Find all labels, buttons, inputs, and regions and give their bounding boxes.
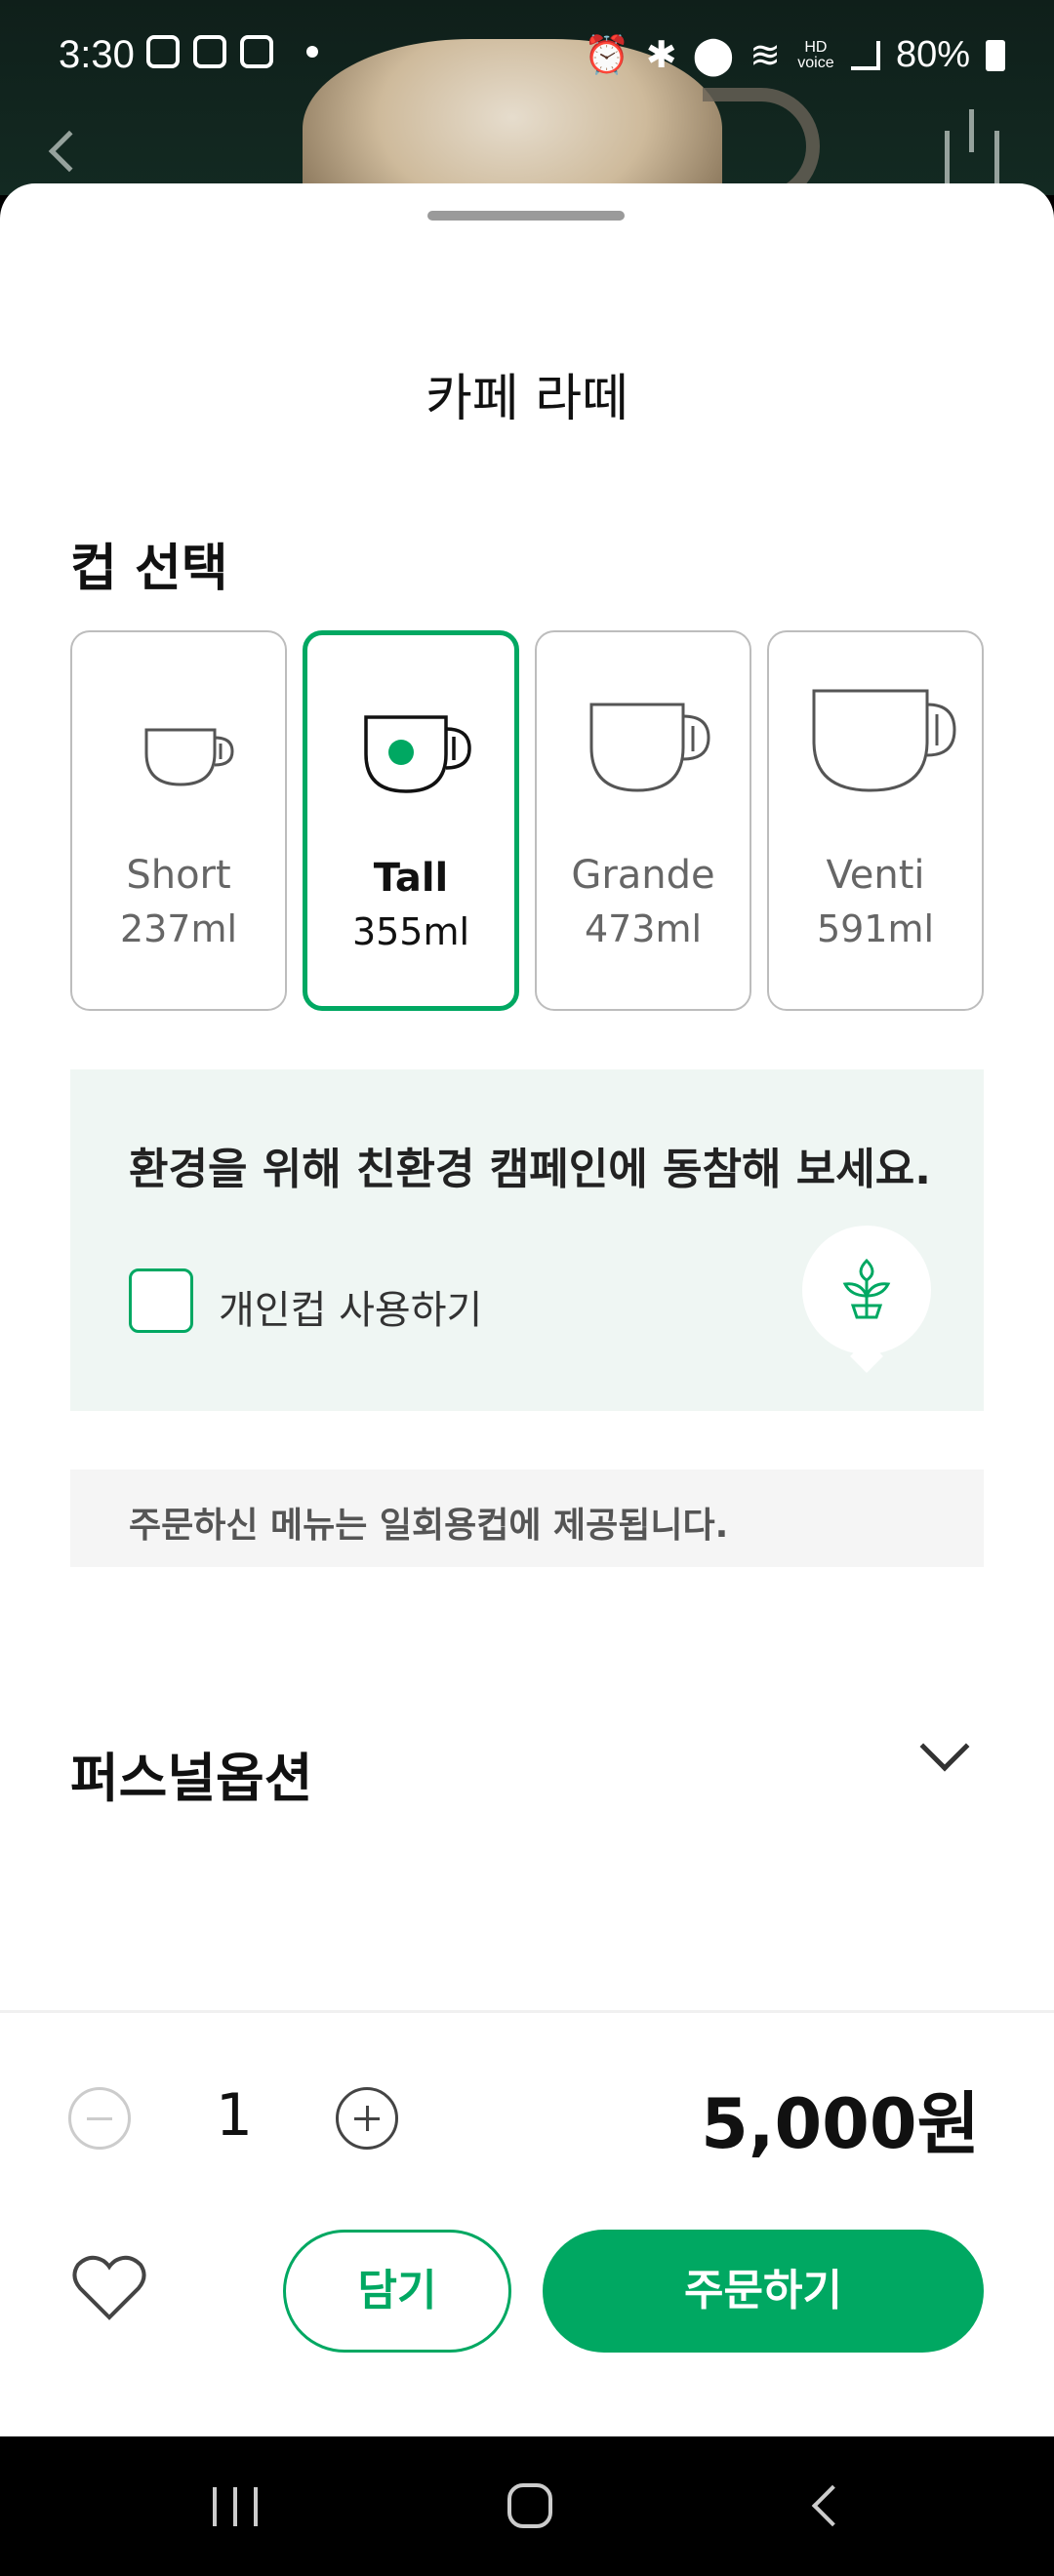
recent-apps-icon[interactable] [213, 2487, 258, 2526]
personal-option-heading[interactable]: 퍼스널옵션 [70, 1735, 312, 1812]
hd-voice-badge: HD voice [797, 38, 834, 71]
cup-name: Venti [826, 853, 925, 898]
order-bar: 1 5,000원 담기 주문하기 [0, 2010, 1054, 2436]
system-navigation-bar [0, 2436, 1054, 2576]
status-time: 3:30 [59, 33, 135, 76]
cup-option-short[interactable]: Short 237ml [70, 630, 287, 1011]
cup-name: Tall [373, 856, 449, 901]
cup-option-venti[interactable]: Venti 591ml [767, 630, 984, 1011]
home-icon[interactable] [507, 2483, 552, 2528]
cup-volume: 237ml [119, 907, 238, 950]
cup-volume: 591ml [816, 907, 935, 950]
selected-dot [388, 740, 414, 765]
eco-heading: 환경을 위해 친환경 캠페인에 동참해 보세요. [129, 1145, 931, 1194]
battery-icon [986, 39, 1005, 71]
wifi-icon: ≋ [750, 35, 781, 76]
notice-text: 주문하신 메뉴는 일회용컵에 제공됩니다. [129, 1506, 729, 1546]
back-arrow-icon[interactable] [48, 130, 91, 173]
chat-notification-icon [146, 35, 180, 68]
more-notifications-dot [306, 46, 318, 58]
cup-volume: 473ml [584, 907, 703, 950]
add-to-cart-button[interactable]: 담기 [283, 2230, 511, 2353]
cup-section-heading: 컵 선택 [70, 540, 228, 598]
heart-icon[interactable] [70, 2253, 148, 2323]
cup-volume: 355ml [351, 910, 470, 953]
personal-cup-checkbox[interactable] [129, 1268, 193, 1333]
quantity-increase-button[interactable] [336, 2087, 398, 2150]
cup-name: Short [126, 853, 231, 898]
signal-icon [850, 40, 880, 70]
chevron-down-icon[interactable] [919, 1721, 970, 1772]
back-icon[interactable] [811, 2484, 854, 2527]
quantity-value: 1 [215, 2081, 254, 2150]
chat-notification-icon-2 [193, 35, 226, 68]
bluetooth-icon: ✱ [645, 35, 677, 76]
disposable-cup-notice: 주문하신 메뉴는 일회용컵에 제공됩니다. [70, 1469, 984, 1567]
order-button[interactable]: 주문하기 [543, 2230, 984, 2353]
share-icon[interactable] [945, 109, 999, 189]
location-icon: ⬤ [692, 35, 735, 76]
eco-campaign-box: 환경을 위해 친환경 캠페인에 동참해 보세요. 개인컵 사용하기 [70, 1069, 984, 1411]
system-icons: ⏰ ✱ ⬤ ≋ HD voice 80% [584, 33, 1005, 77]
cup-name: Grande [571, 853, 715, 898]
product-title: 카페 라떼 [426, 370, 628, 428]
quantity-decrease-button[interactable] [68, 2087, 131, 2150]
plant-icon [842, 1258, 891, 1319]
grande-cup-icon [589, 703, 710, 792]
tall-cup-icon [364, 715, 471, 793]
venti-cup-icon [812, 689, 956, 792]
cup-option-tall[interactable]: Tall 355ml [303, 630, 519, 1011]
cup-option-grande[interactable]: Grande 473ml [535, 630, 751, 1011]
personal-cup-label[interactable]: 개인컵 사용하기 [219, 1278, 482, 1335]
plant-icon-bubble [802, 1226, 931, 1354]
gallery-notification-icon [240, 35, 273, 68]
battery-percent: 80% [895, 34, 970, 75]
alarm-icon: ⏰ [584, 34, 630, 76]
total-price: 5,000원 [701, 2084, 980, 2164]
status-bar: 3:30 ⏰ ✱ ⬤ ≋ HD voice 80% [0, 0, 1054, 107]
cup-size-options: Short 237ml Tall 355ml Grande 473ml Vent… [70, 630, 984, 1011]
notification-icons [146, 35, 318, 68]
short-cup-icon [144, 728, 234, 786]
sheet-grabber[interactable] [427, 211, 625, 221]
